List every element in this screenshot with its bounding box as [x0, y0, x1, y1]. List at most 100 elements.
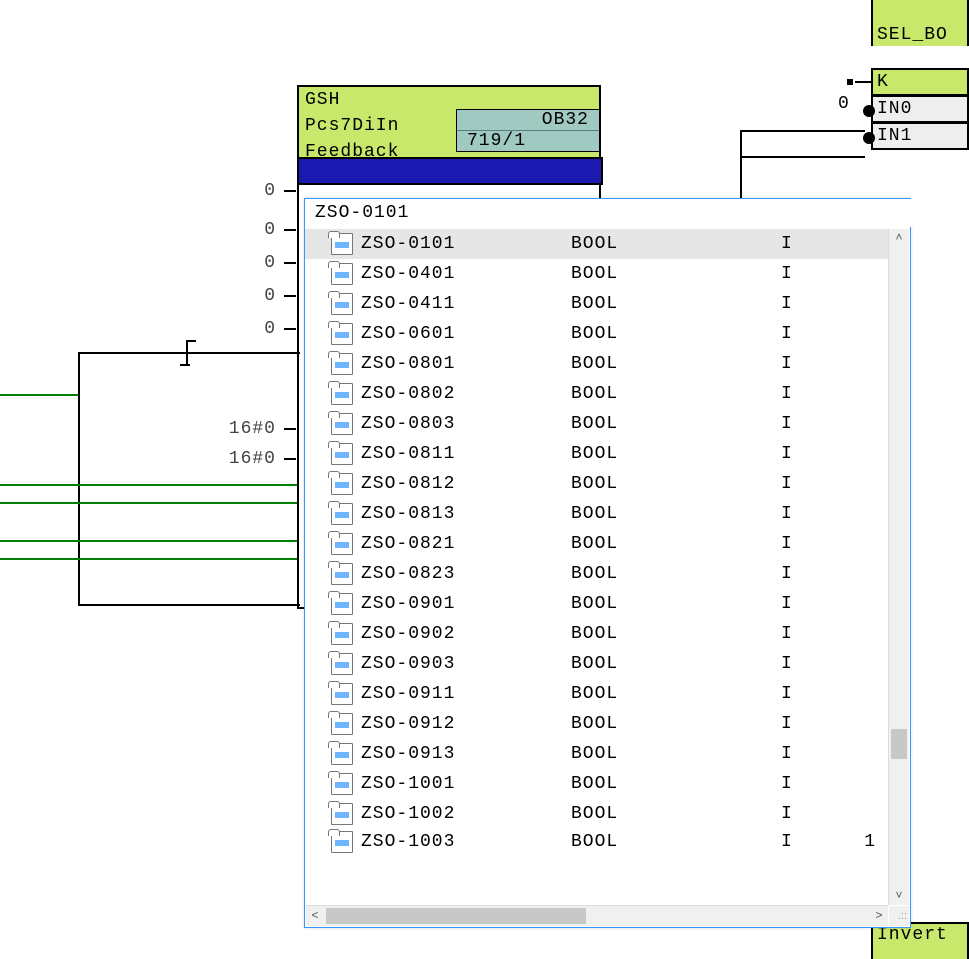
symbol-list[interactable]: ZSO-0101BOOLIZSO-0401BOOLIZSO-0411BOOLIZ…: [305, 229, 888, 905]
scroll-thumb[interactable]: [891, 729, 907, 759]
pin-stub-4[interactable]: 0: [236, 318, 296, 340]
symbol-name: ZSO-1003: [361, 832, 571, 852]
pin-stub-2[interactable]: 0: [236, 252, 296, 274]
symbol-area: I: [781, 384, 851, 404]
symbol-row[interactable]: ZSO-0811BOOLI: [305, 439, 888, 469]
symbol-icon: [331, 713, 353, 735]
symbol-row[interactable]: ZSO-0101BOOLI: [305, 229, 888, 259]
symbol-row[interactable]: ZSO-0411BOOLI: [305, 289, 888, 319]
symbol-name: ZSO-0803: [361, 414, 571, 434]
symbol-name: ZSO-0801: [361, 354, 571, 374]
symbol-type: BOOL: [571, 594, 781, 614]
pin-stub-0[interactable]: 0: [236, 180, 296, 202]
symbol-row[interactable]: ZSO-0803BOOLI: [305, 409, 888, 439]
symbol-row[interactable]: ZSO-0912BOOLI: [305, 709, 888, 739]
symbol-type: BOOL: [571, 354, 781, 374]
symbol-type: BOOL: [571, 744, 781, 764]
symbol-icon: [331, 353, 353, 375]
hscroll-thumb[interactable]: [326, 908, 586, 924]
pin-k[interactable]: K: [871, 68, 969, 96]
symbol-name: ZSO-0903: [361, 654, 571, 674]
symbol-icon: [331, 263, 353, 285]
symbol-name: ZSO-0401: [361, 264, 571, 284]
symbol-type: BOOL: [571, 714, 781, 734]
symbol-type: BOOL: [571, 564, 781, 584]
symbol-type: BOOL: [571, 832, 781, 852]
symbol-type: BOOL: [571, 264, 781, 284]
symbol-area: I: [781, 444, 851, 464]
symbol-search-field[interactable]: [305, 199, 910, 230]
scroll-down-icon[interactable]: ˅: [889, 887, 909, 905]
symbol-row[interactable]: ZSO-1003BOOLI1: [305, 829, 888, 855]
symbol-type: BOOL: [571, 774, 781, 794]
symbol-icon: [331, 653, 353, 675]
ladder-frame: [78, 352, 300, 606]
pin-stub-3[interactable]: 0: [236, 285, 296, 307]
scroll-right-icon[interactable]: ˃: [870, 906, 888, 924]
pin-in1[interactable]: IN1: [871, 123, 969, 150]
symbol-icon: [331, 323, 353, 345]
symbol-name: ZSO-1002: [361, 804, 571, 824]
symbol-icon: [331, 443, 353, 465]
symbol-type: BOOL: [571, 624, 781, 644]
horizontal-scrollbar[interactable]: ˂ ˃: [306, 905, 888, 926]
symbol-name: ZSO-0812: [361, 474, 571, 494]
symbol-area: I: [781, 534, 851, 554]
symbol-area: I: [781, 414, 851, 434]
resize-grip-icon[interactable]: .::: [889, 906, 909, 926]
symbol-area: I: [781, 624, 851, 644]
symbol-row[interactable]: ZSO-0823BOOLI: [305, 559, 888, 589]
symbol-row[interactable]: ZSO-0401BOOLI: [305, 259, 888, 289]
symbol-row[interactable]: ZSO-0801BOOLI: [305, 349, 888, 379]
scroll-left-icon[interactable]: ˂: [306, 906, 324, 924]
block-sel-bo-line2: SEL_BO: [871, 24, 969, 46]
wire: [0, 484, 297, 486]
symbol-type: BOOL: [571, 504, 781, 524]
symbol-row[interactable]: ZSO-0812BOOLI: [305, 469, 888, 499]
symbol-row[interactable]: ZSO-0821BOOLI: [305, 529, 888, 559]
scroll-up-icon[interactable]: ˄: [889, 229, 909, 247]
symbol-area: I: [781, 504, 851, 524]
symbol-name: ZSO-0913: [361, 744, 571, 764]
symbol-row[interactable]: ZSO-0902BOOLI: [305, 619, 888, 649]
symbol-icon: [331, 803, 353, 825]
symbol-icon: [331, 623, 353, 645]
block-gsh-selected-pin[interactable]: [297, 157, 603, 185]
symbol-name: ZSO-0823: [361, 564, 571, 584]
symbol-type: BOOL: [571, 474, 781, 494]
symbol-type: BOOL: [571, 384, 781, 404]
symbol-row[interactable]: ZSO-0913BOOLI: [305, 739, 888, 769]
symbol-area: I: [781, 774, 851, 794]
symbol-name: ZSO-0802: [361, 384, 571, 404]
symbol-area: I: [781, 264, 851, 284]
vertical-scrollbar[interactable]: ˄ ˅: [888, 229, 909, 905]
symbol-icon: [331, 413, 353, 435]
symbol-area: I: [781, 684, 851, 704]
symbol-row[interactable]: ZSO-0911BOOLI: [305, 679, 888, 709]
symbol-row[interactable]: ZSO-0601BOOLI: [305, 319, 888, 349]
symbol-type: BOOL: [571, 804, 781, 824]
wire: [0, 502, 297, 504]
pin-stub-1[interactable]: 0: [236, 219, 296, 241]
wire: [0, 540, 297, 542]
symbol-icon: [331, 773, 353, 795]
symbol-type: BOOL: [571, 444, 781, 464]
symbol-search-input[interactable]: [305, 199, 930, 227]
symbol-row[interactable]: ZSO-0813BOOLI: [305, 499, 888, 529]
symbol-row[interactable]: ZSO-1001BOOLI: [305, 769, 888, 799]
symbol-icon: [331, 383, 353, 405]
symbol-row[interactable]: ZSO-0903BOOLI: [305, 649, 888, 679]
symbol-type: BOOL: [571, 654, 781, 674]
symbol-autocomplete-popup: ZSO-0101BOOLIZSO-0401BOOLIZSO-0411BOOLIZ…: [304, 198, 911, 928]
symbol-area: I: [781, 234, 851, 254]
symbol-type: BOOL: [571, 684, 781, 704]
symbol-row[interactable]: ZSO-0901BOOLI: [305, 589, 888, 619]
symbol-row[interactable]: ZSO-0802BOOLI: [305, 379, 888, 409]
symbol-name: ZSO-0901: [361, 594, 571, 614]
symbol-area: I: [781, 832, 851, 852]
pin-in0[interactable]: IN0: [871, 96, 969, 123]
symbol-name: ZSO-0411: [361, 294, 571, 314]
symbol-row[interactable]: ZSO-1002BOOLI: [305, 799, 888, 829]
symbol-type: BOOL: [571, 234, 781, 254]
symbol-name: ZSO-0911: [361, 684, 571, 704]
